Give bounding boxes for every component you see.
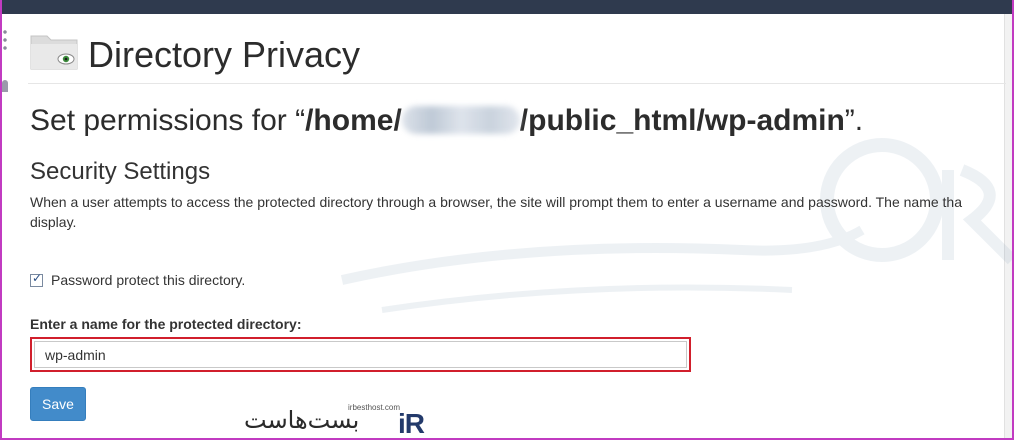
path-end: /public_html/wp-admin [519,104,845,137]
redacted-username [401,106,520,134]
page-title: Directory Privacy [88,34,361,75]
brand-logo-persian: بست‌هاست [244,406,360,434]
security-description: When a user attempts to access the prote… [30,192,1006,232]
security-settings-heading: Security Settings [30,158,211,185]
permissions-suffix: ”. [844,104,864,137]
password-protect-checkbox[interactable] [30,271,43,287]
description-line-2: display. [30,214,77,230]
password-protect-label[interactable]: Password protect this directory. [51,272,245,288]
brand-logo-ir: iR [398,408,425,439]
permissions-prefix: Set permissions for “ [30,104,306,137]
grid-menu-icon[interactable] [2,28,8,52]
permissions-heading: Set permissions for “/home/ /public_html/… [30,100,1005,142]
page-header: Directory Privacy [28,28,1006,84]
left-rail [2,28,10,98]
directory-name-label: Enter a name for the protected directory… [30,316,302,332]
password-protect-row[interactable]: Password protect this directory. [30,270,245,290]
directory-name-input[interactable] [34,341,687,368]
directory-name-highlight [30,337,691,372]
user-icon[interactable] [2,80,8,92]
description-line-1: When a user attempts to access the prote… [30,194,962,210]
app-frame: Directory Privacy Set permissions for “/… [0,0,1014,440]
brand-logo: بست‌هاست irbesthost.com iR [240,402,466,439]
folder-eye-icon [30,35,78,70]
top-bar [2,0,1012,14]
save-button[interactable]: Save [30,387,86,421]
path-start: /home/ [305,104,402,137]
brand-logo-url: irbesthost.com [348,403,401,412]
